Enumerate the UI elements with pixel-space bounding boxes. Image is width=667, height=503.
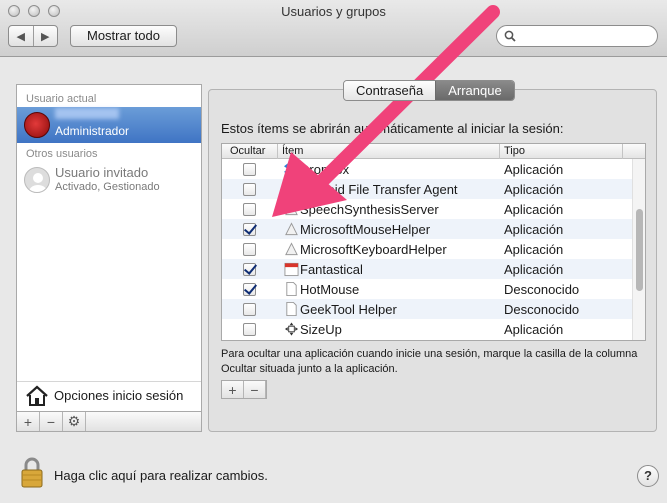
table-row[interactable]: Dropbox Aplicación: [222, 159, 632, 179]
scrollbar-thumb[interactable]: [636, 209, 643, 291]
vertical-scrollbar[interactable]: [632, 159, 645, 340]
user-row-current[interactable]: Administrador: [17, 107, 201, 143]
hide-checkbox[interactable]: [243, 243, 256, 256]
startup-items-toolbar: + −: [221, 380, 267, 399]
column-header-type[interactable]: Tipo: [504, 145, 525, 157]
current-user-header: Usuario actual: [26, 93, 97, 105]
back-arrow-icon: ◀: [16, 30, 25, 43]
item-name: SpeechSynthesisServer: [300, 202, 439, 217]
hide-checkbox[interactable]: [243, 263, 256, 276]
remove-startup-item-button[interactable]: −: [244, 381, 266, 398]
hide-checkbox[interactable]: [243, 223, 256, 236]
guest-user-status: Activado, Gestionado: [55, 181, 160, 193]
search-input[interactable]: [496, 25, 658, 47]
user-avatar: [24, 112, 50, 138]
user-name: [55, 108, 119, 119]
hide-checkbox[interactable]: [243, 203, 256, 216]
nav-back-forward: ◀ ▶: [8, 25, 58, 47]
item-name: Fantastical: [300, 262, 363, 277]
calendar-icon: [284, 262, 299, 277]
item-name: Android File Transfer Agent: [300, 182, 458, 197]
guest-avatar: [24, 167, 50, 193]
startup-intro-text: Estos ítems se abrirán automáticamente a…: [221, 121, 564, 136]
add-startup-item-button[interactable]: +: [222, 381, 244, 398]
item-name: MicrosoftKeyboardHelper: [300, 242, 447, 257]
other-users-header: Otros usuarios: [26, 148, 98, 160]
lock-message[interactable]: Haga clic aquí para realizar cambios.: [54, 468, 268, 483]
table-row[interactable]: HotMouse Desconocido: [222, 279, 632, 299]
tab-startup[interactable]: Arranque: [435, 81, 514, 100]
document-icon: [286, 281, 297, 297]
window-title: Usuarios y grupos: [281, 4, 386, 19]
table-header: Ocultar Ítem Tipo: [222, 144, 645, 159]
hide-checkbox[interactable]: [243, 163, 256, 176]
table-row[interactable]: MicrosoftKeyboardHelper Aplicación: [222, 239, 632, 259]
footer: Haga clic aquí para realizar cambios. ?: [0, 448, 667, 503]
show-all-button[interactable]: Mostrar todo: [70, 25, 177, 47]
table-row[interactable]: MicrosoftMouseHelper Aplicación: [222, 219, 632, 239]
startup-items-table: Ocultar Ítem Tipo Dropbox Aplicación And…: [221, 143, 646, 341]
hide-help-text: Para ocultar una aplicación cuando inici…: [221, 348, 638, 375]
user-row-guest[interactable]: Usuario invitado Activado, Gestionado: [17, 162, 201, 198]
item-type: Aplicación: [504, 262, 564, 277]
table-row[interactable]: GeekTool Helper Desconocido: [222, 299, 632, 319]
users-list-toolbar: + − ⚙: [16, 411, 202, 432]
column-header-item[interactable]: Ítem: [282, 145, 303, 157]
search-icon: [504, 30, 516, 42]
app-generic-icon: [285, 202, 298, 216]
item-type: Aplicación: [504, 322, 564, 337]
item-name: GeekTool Helper: [300, 302, 397, 317]
item-type: Aplicación: [504, 182, 564, 197]
table-row[interactable]: SpeechSynthesisServer Aplicación: [222, 199, 632, 219]
gear-icon[interactable]: ⚙: [63, 412, 86, 431]
hide-checkbox[interactable]: [243, 283, 256, 296]
move-arrows-icon: [284, 322, 299, 336]
users-list: Usuario actual Administrador Otros usuar…: [16, 84, 202, 432]
login-options-label: Opciones inicio sesión: [54, 388, 184, 403]
item-type: Desconocido: [504, 282, 580, 297]
window-titlebar: Usuarios y grupos ◀ ▶ Mostrar todo: [0, 0, 667, 57]
add-user-button[interactable]: +: [17, 412, 40, 431]
item-type: Aplicación: [504, 222, 564, 237]
table-row[interactable]: Fantastical Aplicación: [222, 259, 632, 279]
column-header-hide[interactable]: Ocultar: [230, 145, 265, 157]
tab-bar: Contraseña Arranque: [343, 80, 515, 101]
item-name: MicrosoftMouseHelper: [300, 222, 431, 237]
help-button[interactable]: ?: [637, 465, 659, 487]
back-button[interactable]: ◀: [9, 26, 33, 46]
login-options-item[interactable]: Opciones inicio sesión: [17, 381, 201, 409]
item-name: Dropbox: [300, 162, 350, 177]
app-generic-icon: [285, 242, 298, 256]
item-type: Aplicación: [504, 162, 564, 177]
item-name: HotMouse: [300, 282, 360, 297]
item-type: Aplicación: [504, 202, 564, 217]
hide-checkbox[interactable]: [243, 183, 256, 196]
item-name: SizeUp: [300, 322, 342, 337]
forward-arrow-icon: ▶: [41, 30, 50, 43]
tab-password[interactable]: Contraseña: [344, 81, 436, 100]
guest-user-name: Usuario invitado: [55, 165, 149, 180]
item-type: Aplicación: [504, 242, 564, 257]
android-icon: [286, 182, 297, 195]
user-role: Administrador: [55, 124, 130, 138]
remove-user-button[interactable]: −: [40, 412, 63, 431]
lock-icon[interactable]: [21, 456, 43, 488]
table-row[interactable]: Android File Transfer Agent Aplicación: [222, 179, 632, 199]
forward-button[interactable]: ▶: [32, 26, 58, 46]
dropbox-icon: [284, 163, 299, 175]
table-rows: Dropbox Aplicación Android File Transfer…: [222, 159, 632, 339]
table-row[interactable]: SizeUp Aplicación: [222, 319, 632, 339]
document-icon: [286, 301, 297, 317]
app-generic-icon: [285, 222, 298, 236]
item-type: Desconocido: [504, 302, 580, 317]
hide-checkbox[interactable]: [243, 323, 256, 336]
hide-checkbox[interactable]: [243, 303, 256, 316]
house-icon: [26, 385, 48, 406]
